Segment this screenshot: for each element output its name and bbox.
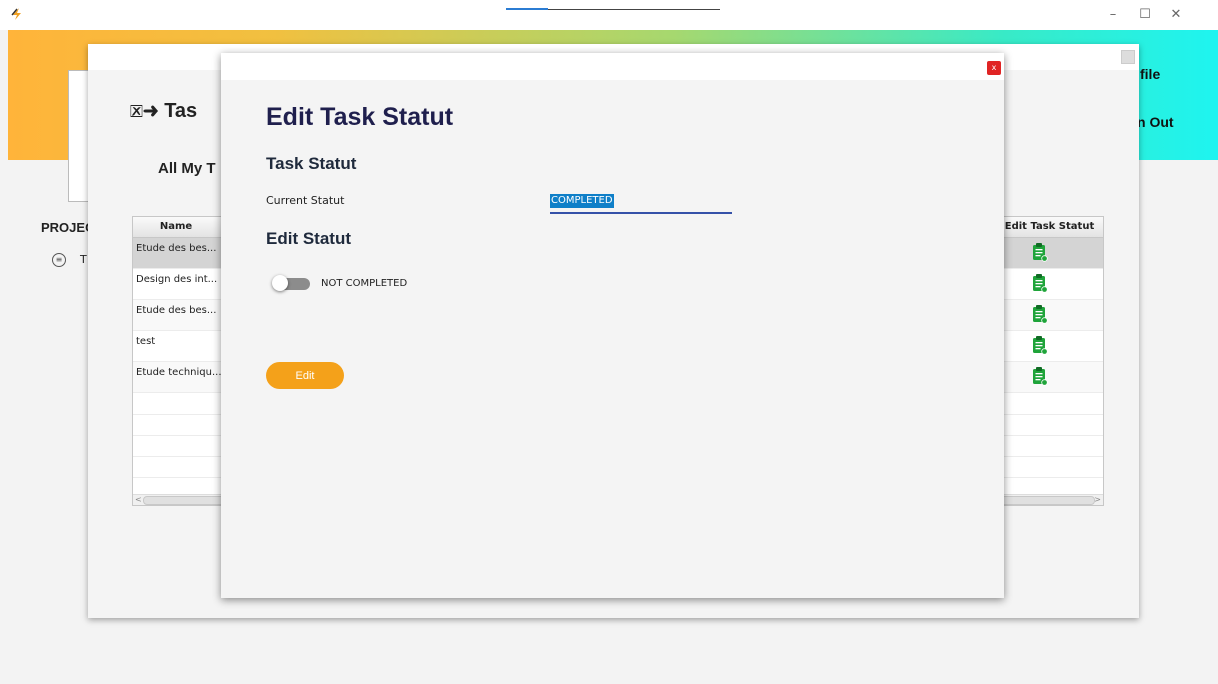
current-status-label: Current Statut bbox=[266, 194, 345, 207]
dialog-titlebar bbox=[221, 53, 1004, 80]
status-toggle[interactable] bbox=[272, 275, 310, 291]
clipboard-check-icon[interactable] bbox=[1032, 335, 1048, 355]
toggle-knob[interactable] bbox=[272, 275, 288, 291]
toggle-label: NOT COMPLETED bbox=[321, 278, 408, 289]
column-header-edit-status[interactable]: Edit Task Statut bbox=[996, 217, 1103, 238]
page-title: 🗷➜ Tas bbox=[130, 100, 197, 123]
column-header-name[interactable]: Name bbox=[133, 217, 219, 238]
clipboard-check-icon[interactable] bbox=[1032, 273, 1048, 293]
edit-button[interactable]: Edit bbox=[266, 362, 344, 389]
maximize-button[interactable]: ☐ bbox=[1133, 6, 1157, 24]
edit-status-dialog: x Edit Task Statut Task Statut Current S… bbox=[221, 53, 1004, 598]
scroll-right-arrow[interactable]: > bbox=[1094, 495, 1101, 504]
task-name-cell: test bbox=[136, 336, 156, 347]
list-circle-icon[interactable]: ≡ bbox=[52, 253, 66, 267]
title-progress-line bbox=[506, 8, 720, 10]
current-status-value: COMPLETED bbox=[550, 194, 614, 208]
task-name-cell: Design des int... bbox=[136, 274, 218, 285]
scroll-left-arrow[interactable]: < bbox=[135, 495, 142, 504]
close-window-button[interactable]: ✕ bbox=[1164, 6, 1188, 24]
section-edit-status: Edit Statut bbox=[266, 229, 351, 248]
task-name-cell: Etude des bes... bbox=[136, 243, 217, 254]
page-title-text: Tas bbox=[164, 100, 198, 122]
clipboard-check-icon[interactable] bbox=[1032, 304, 1048, 324]
dialog-close-button[interactable]: x bbox=[987, 61, 1001, 75]
minimize-button[interactable]: – bbox=[1101, 6, 1125, 24]
sign-out-link[interactable]: n Out bbox=[1137, 114, 1174, 130]
task-name-cell: Etude techniqu... bbox=[136, 367, 222, 378]
clipboard-check-icon[interactable] bbox=[1032, 242, 1048, 262]
clipboard-check-icon[interactable] bbox=[1032, 366, 1048, 386]
section-task-status: Task Statut bbox=[266, 154, 357, 173]
task-arrow-icon: 🗷➜ bbox=[130, 102, 159, 121]
dialog-title: Edit Task Statut bbox=[266, 103, 454, 131]
page-subtitle: All My T bbox=[158, 160, 216, 177]
task-name-cell: Etude des bes... bbox=[136, 305, 217, 316]
current-status-field[interactable]: COMPLETED bbox=[550, 191, 732, 214]
tasks-panel-close-button[interactable] bbox=[1121, 50, 1135, 64]
sidebar-projects-label: PROJEC bbox=[41, 220, 95, 235]
app-logo-icon bbox=[11, 8, 21, 20]
profile-link[interactable]: file bbox=[1140, 66, 1160, 82]
window-title-bar: – ☐ ✕ bbox=[0, 0, 1218, 30]
sidebar-item-tasks[interactable]: T bbox=[80, 253, 87, 266]
